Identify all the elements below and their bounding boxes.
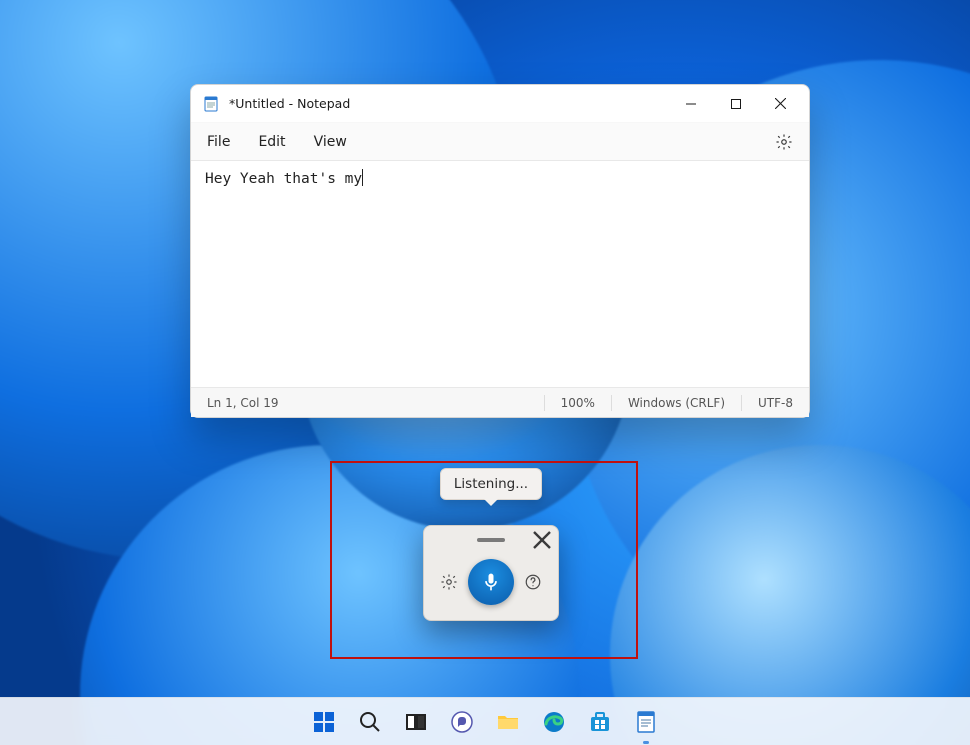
start-button[interactable] [306,704,342,740]
statusbar: Ln 1, Col 19 100% Windows (CRLF) UTF-8 [191,387,809,417]
status-encoding[interactable]: UTF-8 [742,396,809,410]
voice-tooltip: Listening... [440,468,542,500]
edge-button[interactable] [536,704,572,740]
voice-typing-popup[interactable]: Listening... [423,525,559,621]
search-button[interactable] [352,704,388,740]
status-line-ending[interactable]: Windows (CRLF) [612,396,741,410]
menu-edit[interactable]: Edit [258,134,285,150]
menubar: File Edit View [191,123,809,161]
editor-content: Hey Yeah that's my [205,171,362,187]
settings-button[interactable] [775,133,793,151]
status-zoom[interactable]: 100% [545,396,611,410]
minimize-button[interactable] [668,89,713,119]
desktop: *Untitled - Notepad File Edit View [0,0,970,745]
notepad-taskbar-button[interactable] [628,704,664,740]
microphone-button[interactable] [468,559,514,605]
file-explorer-button[interactable] [490,704,526,740]
titlebar[interactable]: *Untitled - Notepad [191,85,809,123]
voice-help-button[interactable] [518,567,548,597]
notepad-window[interactable]: *Untitled - Notepad File Edit View [190,84,810,418]
text-editor[interactable]: Hey Yeah that's my [191,161,809,387]
voice-settings-button[interactable] [434,567,464,597]
window-title: *Untitled - Notepad [229,96,668,111]
voice-header[interactable] [424,526,558,554]
menu-view[interactable]: View [314,134,347,150]
maximize-button[interactable] [713,89,758,119]
microsoft-store-button[interactable] [582,704,618,740]
drag-handle[interactable] [477,538,505,542]
notepad-icon [203,96,219,112]
voice-close-button[interactable] [532,530,552,550]
taskbar[interactable] [0,697,970,745]
task-view-button[interactable] [398,704,434,740]
text-caret [362,169,363,186]
status-position: Ln 1, Col 19 [191,396,295,410]
close-button[interactable] [758,89,803,119]
voice-card[interactable] [423,525,559,621]
chat-button[interactable] [444,704,480,740]
menu-file[interactable]: File [207,134,230,150]
